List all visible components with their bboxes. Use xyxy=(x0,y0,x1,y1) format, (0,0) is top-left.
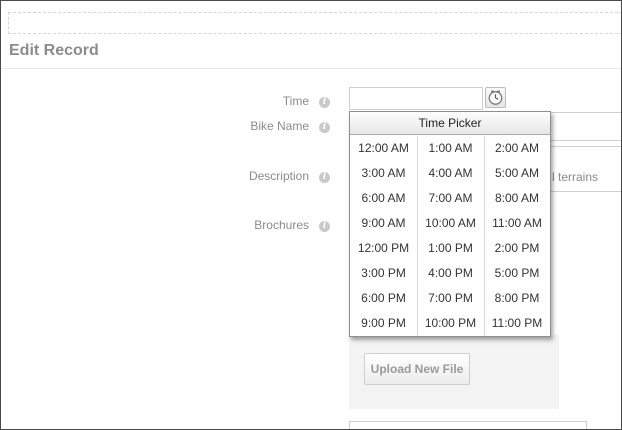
time-options-grid: 12:00 AM 1:00 AM 2:00 AM 3:00 AM 4:00 AM 5:00… xyxy=(350,136,550,336)
bike-name-input[interactable] xyxy=(541,112,621,141)
time-option[interactable]: 10:00 AM xyxy=(417,211,484,236)
time-input[interactable] xyxy=(349,87,483,110)
edit-record-window: Edit Record Time i Bike Name i Descripti… xyxy=(0,0,622,430)
time-option[interactable]: 10:00 PM xyxy=(417,311,484,336)
time-picker-popup: Time Picker 12:00 AM 1:00 AM 2:00 AM 3:00 A… xyxy=(349,111,551,337)
time-label: Time xyxy=(282,94,309,108)
time-option[interactable]: 8:00 AM xyxy=(484,186,550,211)
brochures-label: Brochures xyxy=(254,218,309,232)
time-option[interactable]: 9:00 PM xyxy=(350,311,417,336)
time-option[interactable]: 5:00 PM xyxy=(484,261,550,286)
time-option[interactable]: 3:00 AM xyxy=(350,161,417,186)
time-option[interactable]: 11:00 AM xyxy=(484,211,550,236)
time-option[interactable]: 8:00 PM xyxy=(484,286,550,311)
time-option[interactable]: 1:00 AM xyxy=(417,136,484,161)
time-option[interactable]: 4:00 PM xyxy=(417,261,484,286)
time-option[interactable]: 4:00 AM xyxy=(417,161,484,186)
time-picker-button[interactable] xyxy=(485,87,506,108)
clock-icon xyxy=(488,90,503,105)
time-option[interactable]: 7:00 PM xyxy=(417,286,484,311)
time-option[interactable]: 9:00 AM xyxy=(350,211,417,236)
bike-name-label: Bike Name xyxy=(250,119,309,133)
page-title: Edit Record xyxy=(9,42,99,59)
time-option[interactable]: 2:00 AM xyxy=(484,136,550,161)
time-option[interactable]: 11:00 PM xyxy=(484,311,550,336)
time-option[interactable]: 5:00 AM xyxy=(484,161,550,186)
description-input[interactable] xyxy=(541,146,621,192)
description-label: Description xyxy=(248,169,309,183)
info-icon[interactable]: i xyxy=(319,122,330,133)
time-option[interactable]: 2:00 PM xyxy=(484,236,550,261)
time-picker-header: Time Picker xyxy=(350,112,550,135)
time-option[interactable]: 7:00 AM xyxy=(417,186,484,211)
info-icon[interactable]: i xyxy=(319,172,330,183)
next-field-input[interactable] xyxy=(349,421,587,429)
time-option[interactable]: 3:00 PM xyxy=(350,261,417,286)
info-icon[interactable]: i xyxy=(319,97,330,108)
info-icon[interactable]: i xyxy=(319,221,330,232)
description-text: l terrains xyxy=(552,170,599,184)
dashed-placeholder xyxy=(8,12,621,34)
time-option[interactable]: 6:00 AM xyxy=(350,186,417,211)
time-option[interactable]: 12:00 AM xyxy=(350,136,417,161)
time-option[interactable]: 1:00 PM xyxy=(417,236,484,261)
time-option[interactable]: 6:00 PM xyxy=(350,286,417,311)
time-option[interactable]: 12:00 PM xyxy=(350,236,417,261)
title-divider xyxy=(1,68,621,69)
upload-new-file-button[interactable]: Upload New File xyxy=(364,353,470,385)
